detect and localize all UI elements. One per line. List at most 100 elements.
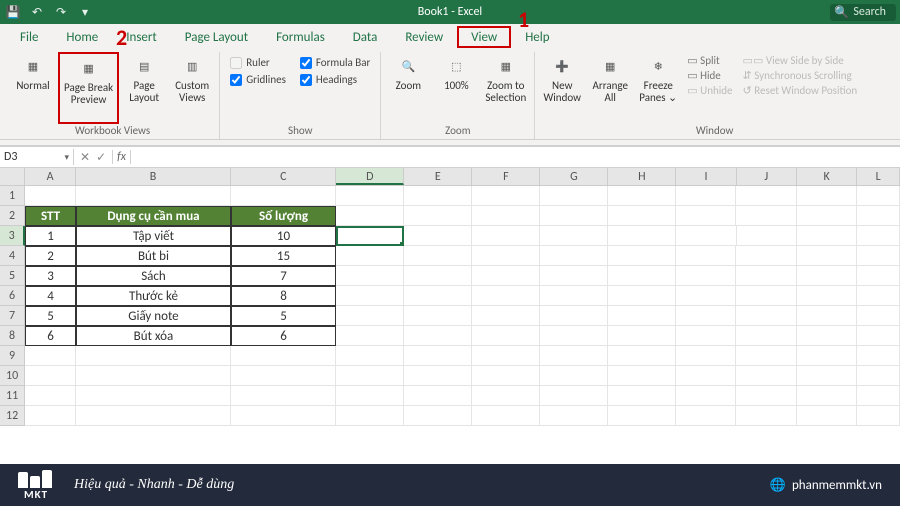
cell[interactable] xyxy=(336,306,404,326)
cell[interactable] xyxy=(797,326,857,346)
col-header[interactable]: L xyxy=(857,168,900,185)
cell[interactable] xyxy=(404,266,472,286)
cell[interactable] xyxy=(472,306,540,326)
cell[interactable] xyxy=(608,186,676,206)
table-data-cell[interactable]: 6 xyxy=(25,326,76,346)
cell[interactable] xyxy=(857,286,900,306)
cell[interactable] xyxy=(404,206,472,226)
cell[interactable] xyxy=(25,386,76,406)
col-header[interactable]: F xyxy=(472,168,540,185)
cell[interactable] xyxy=(231,346,336,366)
cell[interactable] xyxy=(676,406,736,426)
cell[interactable] xyxy=(404,326,472,346)
undo-icon[interactable]: ↶ xyxy=(28,3,46,21)
cell[interactable] xyxy=(797,246,857,266)
table-data-cell[interactable]: 15 xyxy=(231,246,336,266)
cell[interactable] xyxy=(404,386,472,406)
table-data-cell[interactable]: 10 xyxy=(231,226,336,246)
cell[interactable] xyxy=(231,386,336,406)
cell[interactable] xyxy=(676,306,736,326)
cell[interactable] xyxy=(472,386,540,406)
cell[interactable] xyxy=(472,226,540,246)
table-data-cell[interactable]: Bút bi xyxy=(76,246,231,266)
cell[interactable] xyxy=(857,326,900,346)
cell[interactable] xyxy=(736,366,796,386)
ruler-checkbox[interactable]: Ruler xyxy=(230,56,286,69)
cell[interactable] xyxy=(857,346,900,366)
cell[interactable] xyxy=(472,266,540,286)
cell[interactable] xyxy=(540,406,608,426)
cell[interactable] xyxy=(404,406,472,426)
cell[interactable] xyxy=(737,226,797,246)
headings-checkbox[interactable]: Headings xyxy=(300,73,370,86)
cell[interactable] xyxy=(608,206,676,226)
row-header[interactable]: 12 xyxy=(0,406,25,426)
cell[interactable] xyxy=(736,406,796,426)
cell[interactable] xyxy=(608,306,676,326)
row-header[interactable]: 3 xyxy=(0,226,25,246)
cell[interactable] xyxy=(608,286,676,306)
col-header[interactable]: I xyxy=(676,168,736,185)
cell[interactable] xyxy=(336,186,404,206)
cell[interactable] xyxy=(797,226,857,246)
cell[interactable] xyxy=(336,386,404,406)
cell[interactable] xyxy=(25,346,76,366)
cell[interactable] xyxy=(676,186,736,206)
cell[interactable] xyxy=(736,286,796,306)
cell[interactable] xyxy=(25,366,76,386)
table-data-cell[interactable]: 2 xyxy=(25,246,76,266)
col-header[interactable]: C xyxy=(231,168,336,185)
cell[interactable] xyxy=(857,226,900,246)
cell[interactable] xyxy=(857,246,900,266)
tab-data[interactable]: Data xyxy=(339,26,392,48)
cell[interactable] xyxy=(25,406,76,426)
cell[interactable] xyxy=(25,186,76,206)
cell[interactable] xyxy=(676,286,736,306)
freeze-panes-button[interactable]: ❄︎ Freeze Panes ⌄ xyxy=(635,52,681,124)
cell[interactable] xyxy=(676,266,736,286)
cell[interactable] xyxy=(857,366,900,386)
cell[interactable] xyxy=(472,186,540,206)
cell[interactable] xyxy=(797,346,857,366)
cell[interactable] xyxy=(472,406,540,426)
cell[interactable] xyxy=(857,186,900,206)
row-header[interactable]: 9 xyxy=(0,346,25,366)
cell[interactable] xyxy=(336,346,404,366)
cell[interactable] xyxy=(736,326,796,346)
cell[interactable] xyxy=(608,406,676,426)
cell[interactable] xyxy=(736,306,796,326)
page-layout-button[interactable]: ▤ Page Layout xyxy=(121,52,167,124)
cell[interactable] xyxy=(540,246,608,266)
cell[interactable] xyxy=(540,326,608,346)
col-header[interactable]: J xyxy=(737,168,797,185)
cell[interactable] xyxy=(231,366,336,386)
cell[interactable] xyxy=(540,266,608,286)
cell[interactable] xyxy=(404,346,472,366)
row-header[interactable]: 11 xyxy=(0,386,25,406)
cell[interactable] xyxy=(231,406,336,426)
cell[interactable] xyxy=(404,306,472,326)
tab-formulas[interactable]: Formulas xyxy=(262,26,339,48)
cell[interactable] xyxy=(676,386,736,406)
new-window-button[interactable]: ➕ New Window xyxy=(539,52,585,124)
col-header[interactable]: K xyxy=(797,168,857,185)
cell[interactable] xyxy=(76,366,231,386)
cell[interactable] xyxy=(797,406,857,426)
cell[interactable] xyxy=(404,366,472,386)
row-header[interactable]: 8 xyxy=(0,326,25,346)
cell[interactable] xyxy=(797,286,857,306)
table-data-cell[interactable]: Tập viết xyxy=(76,226,231,246)
table-data-cell[interactable]: 5 xyxy=(25,306,76,326)
cell[interactable] xyxy=(76,346,231,366)
cell[interactable] xyxy=(540,306,608,326)
cell[interactable] xyxy=(472,246,540,266)
cell[interactable] xyxy=(540,346,608,366)
table-data-cell[interactable]: 3 xyxy=(25,266,76,286)
tab-file[interactable]: File xyxy=(6,26,52,48)
table-header-cell[interactable]: Số lượng xyxy=(231,206,336,226)
cell[interactable] xyxy=(336,266,404,286)
cell[interactable] xyxy=(797,186,857,206)
reset-window-button[interactable]: ↺ Reset Window Position xyxy=(743,84,858,97)
table-data-cell[interactable]: 7 xyxy=(231,266,336,286)
cell[interactable] xyxy=(472,206,540,226)
